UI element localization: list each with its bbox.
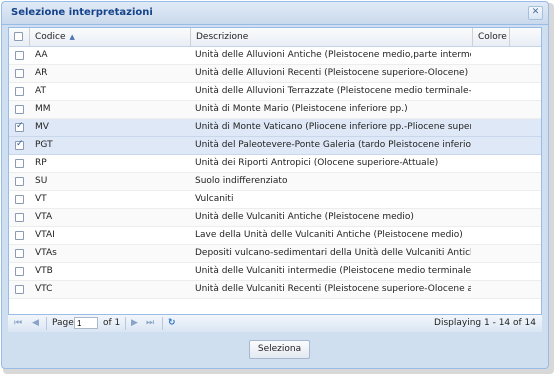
row-description: Vulcaniti [195,194,234,204]
page-count-label: of 1 [103,318,121,328]
table-row[interactable]: RP Unità dei Riporti Antropici (Olocene s… [9,155,541,173]
paging-display-text: Displaying 1 - 14 of 14 [434,318,536,328]
table-row[interactable]: AA Unità delle Alluvioni Antiche (Pleisto… [9,47,541,65]
row-description: Unità delle Alluvioni Terrazzate (Pleist… [195,86,471,96]
row-description: Unità dei Riporti Antropici (Olocene sup… [195,158,439,168]
last-page-icon[interactable]: ⏭ [146,317,154,329]
row-code: AT [35,86,46,96]
column-header-colore[interactable]: Colore [473,28,510,46]
paging-toolbar: ⏮ ◀ Page of 1 ▶ ⏭ ↻ Displaying 1 - 14 of… [8,314,542,332]
row-checkbox[interactable] [15,285,24,294]
table-row[interactable]: VTAI Lave della Unità delle Vulcaniti Ant… [9,227,541,245]
grid-header: Codice ▲ Descrizione Colore [9,28,541,47]
table-row[interactable]: VTB Unità delle Vulcaniti intermedie (Ple… [9,263,541,281]
row-checkbox[interactable] [15,213,24,222]
toolbar-separator [46,317,47,330]
row-code: PGT [35,140,53,150]
table-row[interactable]: MM Unità di Monte Mario (Pleistocene infe… [9,101,541,119]
header-select-all-cell[interactable] [9,28,30,46]
table-row[interactable]: VTAs Depositi vulcano-sedimentari della U… [9,245,541,263]
column-descrizione-label: Descrizione [196,32,249,42]
prev-page-icon[interactable]: ◀ [32,317,39,329]
row-checkbox[interactable] [15,51,24,60]
column-header-codice[interactable]: Codice ▲ [30,28,191,46]
row-checkbox[interactable] [15,267,24,276]
column-header-descrizione[interactable]: Descrizione [191,28,473,46]
refresh-icon[interactable]: ↻ [168,317,176,329]
table-row[interactable]: SU Suolo indifferenziato [9,173,541,191]
table-row[interactable]: AT Unità delle Alluvioni Terrazzate (Plei… [9,83,541,101]
row-code: SU [35,176,48,186]
row-description: Lave della Unità delle Vulcaniti Antiche… [195,230,463,240]
toolbar-separator [162,317,163,330]
table-row[interactable]: VT Vulcaniti [9,191,541,209]
column-codice-label: Codice [35,32,66,42]
grid-rows: AA Unità delle Alluvioni Antiche (Pleisto… [9,47,541,299]
row-checkbox[interactable] [15,139,24,150]
row-description: Unità di Monte Mario (Pleistocene inferi… [195,104,408,114]
select-all-checkbox[interactable] [14,32,23,41]
row-code: MV [35,122,49,132]
row-description: Unità delle Vulcaniti Antiche (Pleistoce… [195,212,414,222]
row-checkbox[interactable] [15,249,24,258]
row-checkbox[interactable] [15,177,24,186]
close-icon[interactable]: ✕ [528,6,543,20]
table-row[interactable]: VTC Unità delle Vulcaniti Recenti (Pleist… [9,281,541,299]
first-page-icon[interactable]: ⏮ [14,317,22,329]
row-code: VTAs [35,248,57,258]
row-checkbox[interactable] [15,87,24,96]
interpretations-grid: Codice ▲ Descrizione Colore AA Unità delle… [8,27,542,332]
row-checkbox[interactable] [15,121,24,132]
row-code: VTAI [35,230,55,240]
row-checkbox[interactable] [15,195,24,204]
row-description: Unità del Paleotevere-Ponte Galeria (tar… [195,140,471,150]
row-code: VTB [35,266,53,276]
row-description: Unità delle Alluvioni Recenti (Pleistoce… [195,68,469,78]
table-row[interactable]: PGT Unità del Paleotevere-Ponte Galeria (… [9,137,541,155]
row-checkbox[interactable] [15,159,24,168]
column-header-filler [510,28,541,46]
page-number-input[interactable] [74,317,98,329]
window-title: Selezione interpretazioni [11,7,153,18]
row-code: VTC [35,284,53,294]
row-checkbox[interactable] [15,105,24,114]
sort-ascending-icon: ▲ [69,33,75,41]
table-row[interactable]: MV Unità di Monte Vaticano (Pliocene infe… [9,119,541,137]
title-bar[interactable]: Selezione interpretazioni ✕ [2,2,548,25]
row-description: Unità delle Vulcaniti Recenti (Pleistoce… [195,284,471,294]
row-code: AR [35,68,48,78]
row-description: Unità di Monte Vaticano (Pliocene inferi… [195,122,471,132]
row-code: VTA [35,212,53,222]
row-description: Suolo indifferenziato [195,176,288,186]
row-code: MM [35,104,51,114]
next-page-icon[interactable]: ▶ [131,317,138,329]
row-checkbox[interactable] [15,231,24,240]
table-row[interactable]: VTA Unità delle Vulcaniti Antiche (Pleist… [9,209,541,227]
seleziona-button[interactable]: Seleziona [249,340,310,359]
toolbar-separator [125,317,126,330]
column-colore-label: Colore [478,32,507,42]
row-description: Depositi vulcano-sedimentari della Unità… [195,248,471,258]
row-code: RP [35,158,47,168]
row-code: VT [35,194,47,204]
row-description: Unità delle Vulcaniti intermedie (Pleist… [195,266,471,276]
row-checkbox[interactable] [15,69,24,78]
row-code: AA [35,50,48,60]
page-label: Page [52,318,74,328]
row-description: Unità delle Alluvioni Antiche (Pleistoce… [195,50,471,60]
table-row[interactable]: AR Unità delle Alluvioni Recenti (Pleisto… [9,65,541,83]
